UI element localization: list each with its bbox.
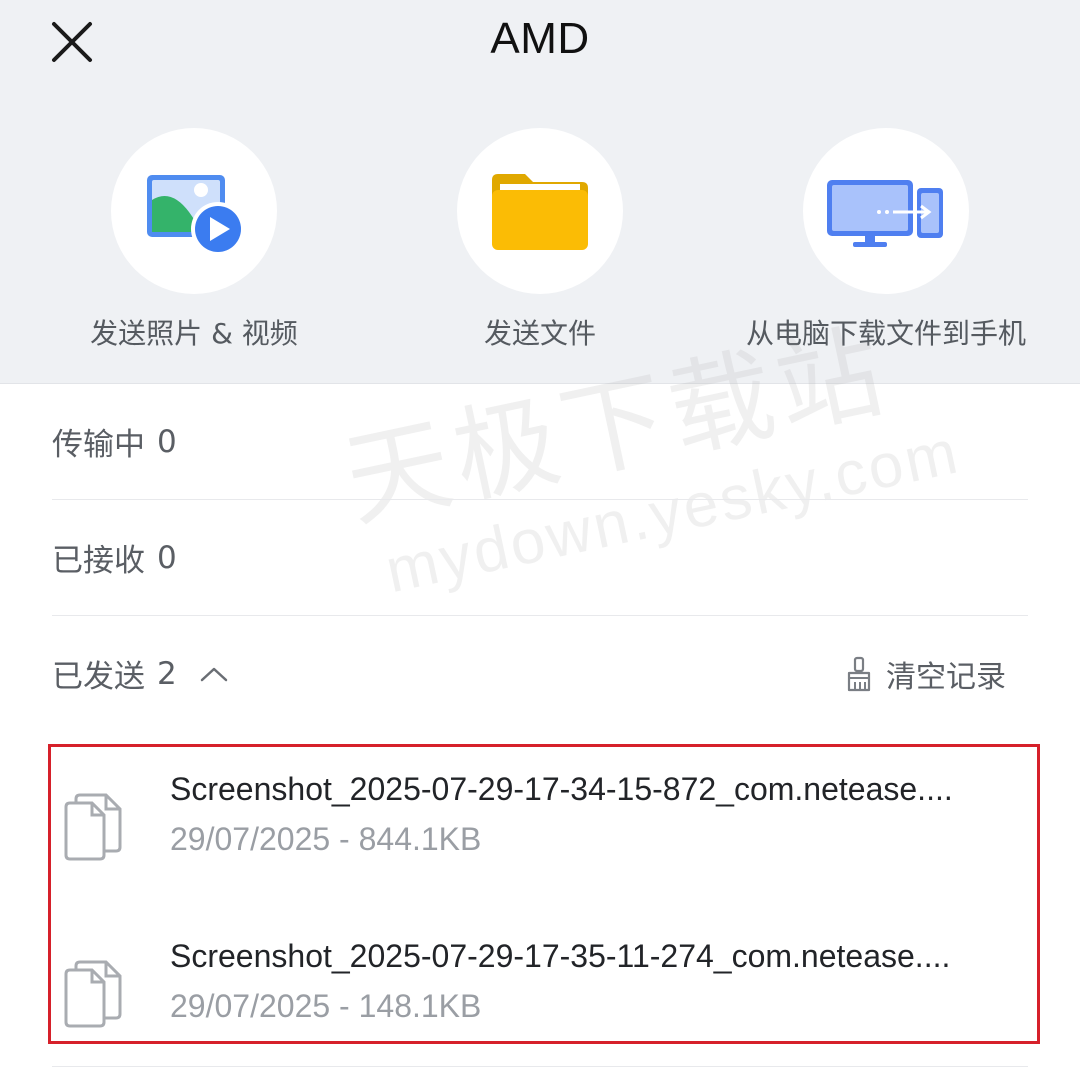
file-name: Screenshot_2025-07-29-17-35-11-274_com.n… [170, 938, 951, 974]
section-transferring[interactable]: 传输中 0 [52, 384, 1028, 500]
file-meta: 29/07/2025 - 148.1KB [170, 988, 482, 1024]
broom-icon [847, 656, 871, 691]
document-icon [64, 793, 122, 861]
action-circle [457, 128, 623, 294]
section-label: 传输中 [52, 427, 145, 463]
action-label: 发送文件 [483, 317, 596, 350]
section-count: 0 [157, 539, 177, 576]
folder-icon [492, 174, 588, 250]
action-circle [803, 128, 969, 294]
photo-video-icon [147, 175, 245, 256]
list-item[interactable]: Screenshot_2025-07-29-17-34-15-872_com.n… [52, 765, 1028, 915]
computer-to-phone-icon [827, 180, 943, 247]
chevron-up-icon[interactable] [199, 664, 229, 684]
clear-history-button[interactable]: 清空记录 [844, 616, 1006, 731]
section-label: 已接收 [52, 543, 145, 579]
section-label: 已发送 [52, 659, 145, 695]
section-received[interactable]: 已接收 0 [52, 500, 1028, 616]
file-name: Screenshot_2025-07-29-17-34-15-872_com.n… [170, 771, 953, 807]
section-count: 2 [157, 655, 177, 692]
list-item[interactable]: Screenshot_2025-07-29-17-35-11-274_com.n… [52, 932, 1028, 1076]
action-label: 发送照片 & 视频 [90, 317, 298, 350]
header-panel: AMD 发送照片 & 视频 发送文件 从电脑下载文件到手机 [0, 0, 1080, 384]
send-files-button[interactable]: 发送文件 [370, 128, 710, 352]
section-count: 0 [157, 423, 177, 460]
document-icon [64, 960, 122, 1028]
action-circle [111, 128, 277, 294]
send-photos-videos-button[interactable]: 发送照片 & 视频 [24, 128, 364, 352]
page-title: AMD [490, 14, 590, 63]
transfer-page: AMD 发送照片 & 视频 发送文件 从电脑下载文件到手机 天极下载站 mydo… [0, 0, 1080, 1076]
section-sent[interactable]: 已发送 2 清空记录 [52, 616, 1028, 731]
action-label: 从电脑下载文件到手机 [745, 317, 1026, 350]
download-from-computer-button[interactable]: 从电脑下载文件到手机 [716, 128, 1056, 352]
divider [52, 1066, 1028, 1067]
file-meta: 29/07/2025 - 844.1KB [170, 821, 482, 857]
clear-history-label: 清空记录 [886, 659, 1006, 695]
